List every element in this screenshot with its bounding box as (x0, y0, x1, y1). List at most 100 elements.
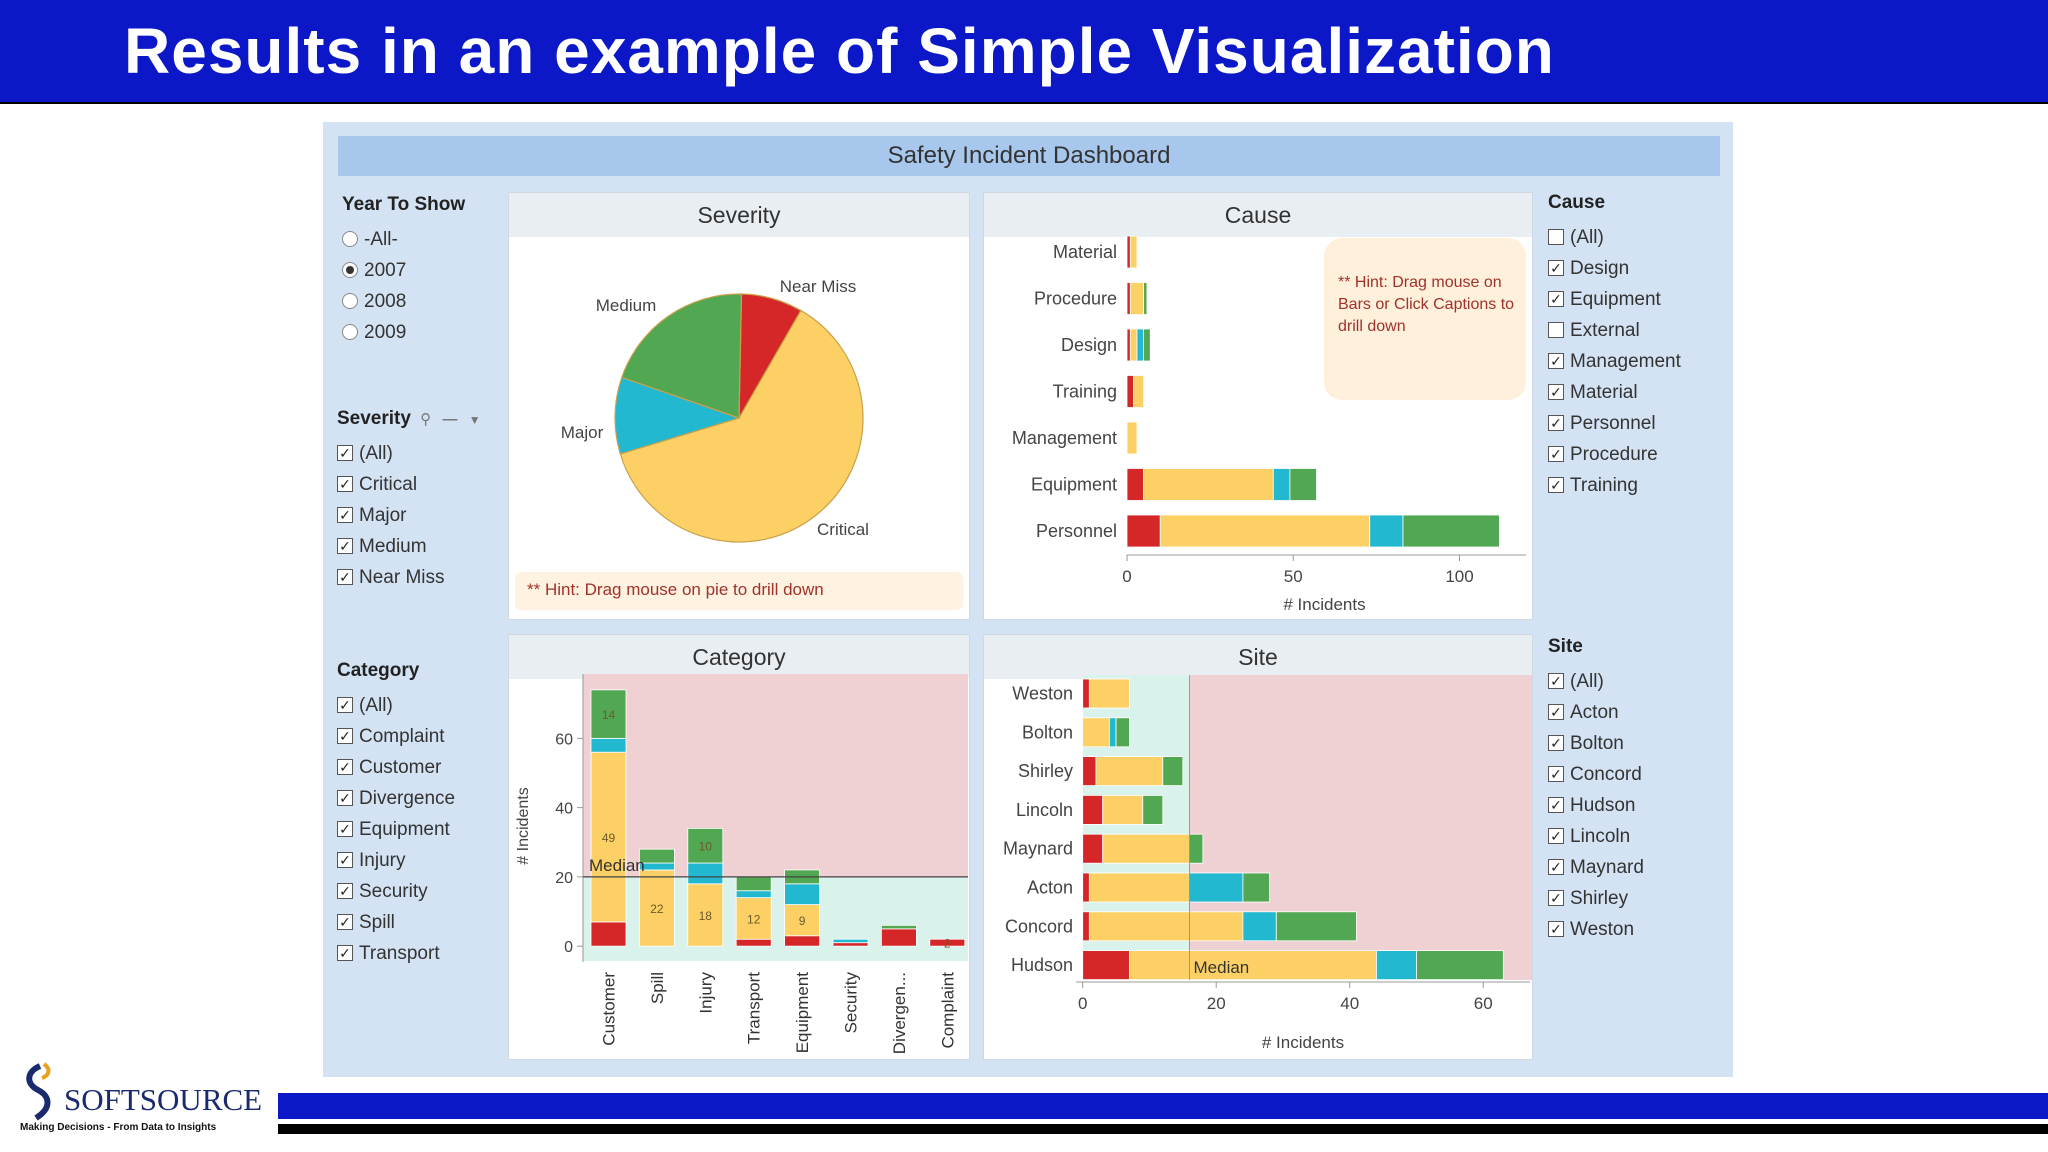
site-median-label: Median (1194, 958, 1250, 977)
cause-bar-training-critical[interactable] (1133, 375, 1145, 408)
category-bar-customer-major[interactable] (590, 737, 627, 753)
cause-bar-personnel-near-miss[interactable] (1126, 514, 1161, 548)
category-bar-injury-major[interactable] (687, 862, 724, 885)
site-bar-hudson-critical[interactable] (1129, 950, 1377, 980)
site-row-label: Maynard (1003, 839, 1073, 859)
category-segment-label: 49 (602, 831, 616, 845)
category-bar-security-near-miss[interactable] (832, 942, 869, 947)
site-bar-shirley-medium[interactable] (1162, 756, 1184, 786)
cause-row-label: Training (1053, 382, 1117, 402)
category-segment-label: 9 (799, 914, 806, 928)
site-bar-lincoln-near-miss[interactable] (1082, 795, 1104, 825)
site-bar-bolton-major[interactable] (1108, 717, 1117, 748)
site-row-label: Concord (1005, 916, 1073, 936)
cause-row-label: Design (1061, 335, 1117, 355)
site-bar-weston-near-miss[interactable] (1082, 678, 1090, 709)
site-row-label: Lincoln (1016, 800, 1073, 820)
category-bar-divergen-near-miss[interactable] (881, 928, 917, 947)
site-row-label: Shirley (1018, 761, 1073, 781)
category-bar-divergen-medium[interactable] (881, 924, 917, 930)
cause-bar-design-medium[interactable] (1143, 328, 1151, 362)
site-bar-acton-critical[interactable] (1088, 872, 1190, 903)
site-bar-maynard-near-miss[interactable] (1082, 833, 1104, 864)
cause-bar-training-near-miss[interactable] (1126, 375, 1135, 408)
site-bar-shirley-critical[interactable] (1095, 756, 1164, 786)
site-bar-acton-major[interactable] (1189, 872, 1244, 903)
cause-x-tick-label: 0 (1122, 567, 1131, 586)
cause-bar-equipment-major[interactable] (1272, 468, 1291, 501)
site-x-tick-label: 60 (1474, 994, 1493, 1013)
site-bar-weston-critical[interactable] (1088, 678, 1130, 709)
category-x-tick-label: Transport (745, 972, 764, 1044)
cause-bar-equipment-critical[interactable] (1143, 468, 1274, 501)
cause-bar-equipment-near-miss[interactable] (1126, 468, 1145, 501)
cause-bar-design-major[interactable] (1136, 328, 1145, 362)
cause-x-tick-label: 50 (1284, 567, 1303, 586)
category-x-tick-label: Injury (696, 972, 715, 1014)
cause-row-label: Personnel (1036, 521, 1117, 541)
category-bar-equipment-major[interactable] (784, 883, 820, 905)
cause-bar-procedure-medium[interactable] (1143, 282, 1148, 315)
category-x-tick-label: Equipment (793, 972, 812, 1054)
site-bar-hudson-near-miss[interactable] (1082, 950, 1130, 980)
category-x-tick-label: Customer (600, 972, 619, 1046)
site-bar-shirley-near-miss[interactable] (1082, 756, 1097, 786)
cause-bar-personnel-critical[interactable] (1159, 514, 1371, 548)
cause-bar-procedure-critical[interactable] (1129, 282, 1145, 315)
category-y-axis-label: # Incidents (515, 787, 532, 864)
cause-x-axis-label: # Incidents (1283, 595, 1365, 614)
cause-bar-material-critical[interactable] (1129, 235, 1138, 269)
cause-row-label: Material (1053, 242, 1117, 262)
site-x-axis-label: # Incidents (1262, 1033, 1344, 1052)
site-bar-maynard-medium[interactable] (1189, 833, 1204, 864)
site-bar-lincoln-medium[interactable] (1142, 795, 1164, 825)
company-tagline: Making Decisions - From Data to Insights (20, 1122, 217, 1133)
category-bar-transport-near-miss[interactable] (735, 938, 772, 947)
cause-bar-design-near-miss[interactable] (1126, 328, 1131, 362)
site-bar-maynard-critical[interactable] (1102, 833, 1190, 864)
site-bar-bolton-medium[interactable] (1115, 717, 1130, 748)
site-bar-bolton-critical[interactable] (1082, 717, 1110, 748)
cause-bar-personnel-medium[interactable] (1402, 514, 1500, 548)
site-bar-hudson-major[interactable] (1376, 950, 1417, 980)
site-bar-hudson-medium[interactable] (1416, 950, 1504, 980)
cause-bar-material-near-miss[interactable] (1126, 235, 1131, 269)
category-bar-transport-medium[interactable] (735, 876, 772, 892)
cause-row-label: Equipment (1031, 475, 1117, 495)
cause-row-label: Procedure (1034, 289, 1117, 309)
category-x-tick-label: Security (842, 972, 861, 1034)
cause-x-tick-label: 100 (1445, 567, 1473, 586)
site-bar-concord-near-miss[interactable] (1082, 911, 1090, 942)
site-bar-concord-major[interactable] (1242, 911, 1277, 942)
category-bar-equipment-near-miss[interactable] (784, 935, 820, 947)
footer-bar-blue (278, 1093, 2048, 1119)
site-bar-acton-near-miss[interactable] (1082, 872, 1090, 903)
site-row-label: Bolton (1022, 722, 1073, 742)
category-x-tick-label: Complaint (938, 972, 957, 1049)
site-bar-concord-medium[interactable] (1275, 911, 1357, 942)
cause-bar-personnel-major[interactable] (1369, 514, 1404, 548)
bar-charts-layer: Material Procedure Design Training Managemen… (515, 235, 1532, 1054)
cause-bar-procedure-near-miss[interactable] (1126, 282, 1131, 315)
category-above-median-band[interactable] (583, 674, 968, 877)
category-y-tick-label: 20 (555, 870, 573, 887)
site-x-tick-label: 20 (1207, 994, 1226, 1013)
cause-bar-design-critical[interactable] (1129, 328, 1138, 362)
cause-bar-management-critical[interactable] (1126, 421, 1138, 455)
site-bar-concord-critical[interactable] (1088, 911, 1244, 942)
site-row-label: Acton (1027, 878, 1073, 898)
category-segment-label: 14 (602, 708, 616, 722)
category-bar-security-major[interactable] (832, 938, 869, 944)
cause-row-label: Management (1012, 428, 1117, 448)
category-median-label: Median (589, 856, 645, 875)
category-bar-customer-near-miss[interactable] (590, 921, 627, 947)
category-segment-label: 22 (650, 902, 664, 916)
category-y-tick-label: 40 (555, 801, 573, 818)
site-bar-acton-medium[interactable] (1242, 872, 1271, 903)
cause-bar-equipment-medium[interactable] (1289, 468, 1317, 501)
site-x-tick-label: 40 (1340, 994, 1359, 1013)
category-segment-label: 12 (747, 912, 761, 926)
site-bar-lincoln-critical[interactable] (1102, 795, 1144, 825)
company-name: SOFTSOURCE (64, 1082, 263, 1117)
category-bar-transport-major[interactable] (735, 890, 772, 899)
